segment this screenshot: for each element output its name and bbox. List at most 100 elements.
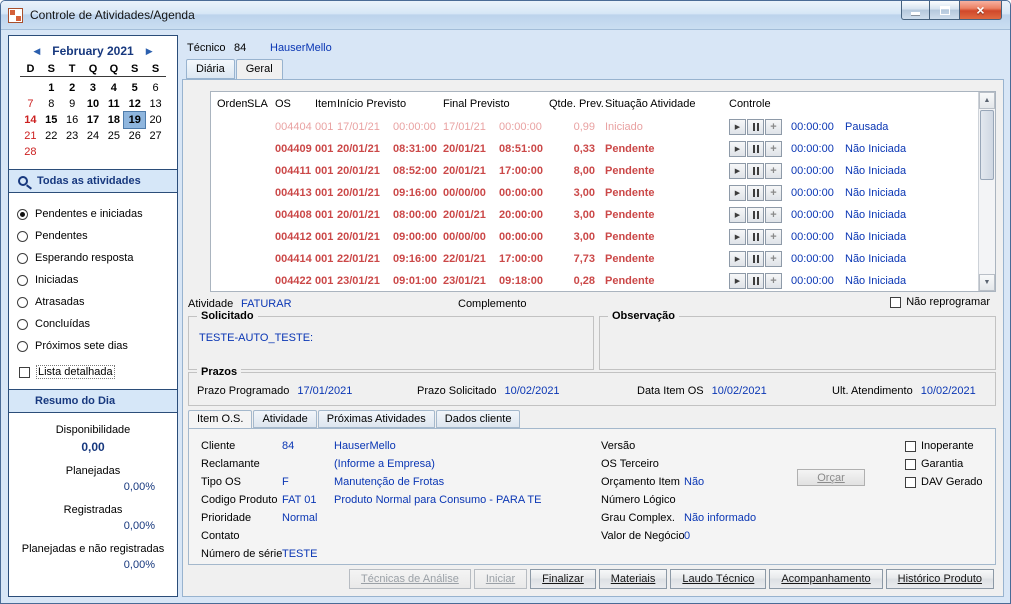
filter-option[interactable]: Esperando resposta — [17, 247, 169, 269]
calendar-day[interactable] — [41, 144, 62, 160]
scroll-up-icon[interactable]: ▲ — [979, 92, 995, 109]
filter-option[interactable]: Atrasadas — [17, 291, 169, 313]
add-time-button[interactable]: + — [765, 185, 782, 201]
calendar-day[interactable]: 22 — [41, 128, 62, 144]
footer-button[interactable]: Acompanhamento — [769, 569, 883, 589]
pause-button[interactable] — [747, 273, 764, 289]
calendar-day[interactable] — [83, 144, 104, 160]
calendar-day[interactable] — [145, 144, 166, 160]
calendar-day[interactable]: 1 — [41, 80, 62, 96]
footer-button[interactable]: Iniciar — [473, 569, 528, 589]
pause-button[interactable] — [747, 141, 764, 157]
table-row[interactable]: 004412 001 20/01/21 09:00:00 00/00/00 00… — [211, 226, 978, 248]
detailed-list-checkbox[interactable]: Lista detalhada — [19, 365, 177, 379]
scroll-down-icon[interactable]: ▼ — [979, 274, 995, 291]
calendar-day[interactable] — [62, 144, 83, 160]
orcar-button[interactable]: Orçar — [797, 469, 865, 486]
table-row[interactable]: 004413 001 20/01/21 09:16:00 00/00/00 00… — [211, 182, 978, 204]
calendar-day[interactable]: 9 — [62, 96, 83, 112]
filter-option[interactable]: Iniciadas — [17, 269, 169, 291]
pause-button[interactable] — [747, 163, 764, 179]
calendar-day[interactable]: 18 — [103, 112, 124, 128]
table-row[interactable]: 004404 001 17/01/21 00:00:00 17/01/21 00… — [211, 116, 978, 138]
calendar-day[interactable]: 10 — [83, 96, 104, 112]
calendar-day[interactable]: 25 — [103, 128, 124, 144]
add-time-button[interactable]: + — [765, 207, 782, 223]
pause-button[interactable] — [747, 207, 764, 223]
play-button[interactable]: ▶ — [729, 119, 746, 135]
play-button[interactable]: ▶ — [729, 141, 746, 157]
calendar-day[interactable]: 27 — [145, 128, 166, 144]
calendar-day[interactable]: 8 — [41, 96, 62, 112]
calendar-day[interactable]: 19 — [123, 111, 147, 129]
play-button[interactable]: ▶ — [729, 207, 746, 223]
footer-button[interactable]: Histórico Produto — [885, 569, 994, 589]
add-time-button[interactable]: + — [765, 163, 782, 179]
calendar-day[interactable]: 4 — [103, 80, 124, 96]
calendar-next-icon[interactable]: ▶ — [146, 46, 153, 57]
calendar-day[interactable]: 5 — [124, 80, 145, 96]
calendar-day[interactable]: 16 — [62, 112, 83, 128]
pause-button[interactable] — [747, 119, 764, 135]
calendar-day[interactable]: 11 — [103, 96, 124, 112]
calendar-day[interactable]: 15 — [41, 112, 62, 128]
filter-option[interactable]: Pendentes — [17, 225, 169, 247]
play-button[interactable]: ▶ — [729, 163, 746, 179]
calendar-day[interactable]: 21 — [20, 128, 41, 144]
footer-button[interactable]: Técnicas de Análise — [348, 569, 471, 589]
table-row[interactable]: 004422 001 23/01/21 09:01:00 23/01/21 09… — [211, 270, 978, 291]
footer-button[interactable]: Materiais — [598, 569, 668, 589]
filter-option[interactable]: Próximos sete dias — [17, 335, 169, 357]
detail-tab[interactable]: Dados cliente — [435, 410, 521, 428]
pause-button[interactable] — [747, 251, 764, 267]
calendar-day[interactable]: 23 — [62, 128, 83, 144]
table-row[interactable]: 004411 001 20/01/21 08:52:00 20/01/21 17… — [211, 160, 978, 182]
maximize-button[interactable] — [930, 1, 959, 20]
calendar-day[interactable]: 14 — [20, 112, 41, 128]
table-row[interactable]: 004414 001 22/01/21 09:16:00 22/01/21 17… — [211, 248, 978, 270]
calendar-day[interactable]: 12 — [124, 96, 145, 112]
scrollbar-thumb[interactable] — [980, 110, 994, 180]
calendar-day[interactable]: 24 — [83, 128, 104, 144]
calendar-day[interactable]: 2 — [62, 80, 83, 96]
calendar-day[interactable]: 17 — [83, 112, 104, 128]
calendar-day[interactable]: 6 — [145, 80, 166, 96]
view-tab[interactable]: Diária — [186, 59, 235, 79]
no-reprogram-checkbox[interactable]: Não reprogramar — [890, 296, 990, 308]
calendar-day[interactable] — [103, 144, 124, 160]
table-row[interactable]: 004409 001 20/01/21 08:31:00 20/01/21 08… — [211, 138, 978, 160]
table-row[interactable]: 004408 001 20/01/21 08:00:00 20/01/21 20… — [211, 204, 978, 226]
detail-tab[interactable]: Atividade — [253, 410, 317, 428]
view-tab[interactable]: Geral — [235, 59, 283, 80]
play-button[interactable]: ▶ — [729, 185, 746, 201]
minimize-button[interactable] — [901, 1, 930, 20]
filter-option[interactable]: Pendentes e iniciadas — [17, 203, 169, 225]
detail-tab[interactable]: Item O.S. — [188, 410, 253, 429]
detail-checkbox[interactable]: Garantia — [905, 455, 983, 473]
play-button[interactable]: ▶ — [729, 229, 746, 245]
title-bar[interactable]: Controle de Atividades/Agenda × — [1, 1, 1010, 30]
add-time-button[interactable]: + — [765, 141, 782, 157]
calendar-day[interactable] — [124, 144, 145, 160]
detail-checkbox[interactable]: Inoperante — [905, 437, 983, 455]
calendar-day[interactable]: 20 — [145, 112, 166, 128]
footer-button[interactable]: Laudo Técnico — [670, 569, 767, 589]
table-scrollbar[interactable]: ▲ ▼ — [978, 92, 995, 291]
calendar-day[interactable]: 26 — [124, 128, 145, 144]
add-time-button[interactable]: + — [765, 119, 782, 135]
close-button[interactable]: × — [959, 1, 1002, 20]
detail-checkbox[interactable]: DAV Gerado — [905, 473, 983, 491]
filter-option[interactable]: Concluídas — [17, 313, 169, 335]
calendar-day[interactable]: 3 — [83, 80, 104, 96]
add-time-button[interactable]: + — [765, 273, 782, 289]
pause-button[interactable] — [747, 229, 764, 245]
add-time-button[interactable]: + — [765, 251, 782, 267]
play-button[interactable]: ▶ — [729, 251, 746, 267]
calendar-prev-icon[interactable]: ◀ — [33, 46, 40, 57]
add-time-button[interactable]: + — [765, 229, 782, 245]
calendar-day[interactable]: 7 — [20, 96, 41, 112]
play-button[interactable]: ▶ — [729, 273, 746, 289]
calendar-day[interactable] — [20, 80, 41, 96]
footer-button[interactable]: Finalizar — [530, 569, 596, 589]
calendar-day[interactable]: 28 — [20, 144, 41, 160]
